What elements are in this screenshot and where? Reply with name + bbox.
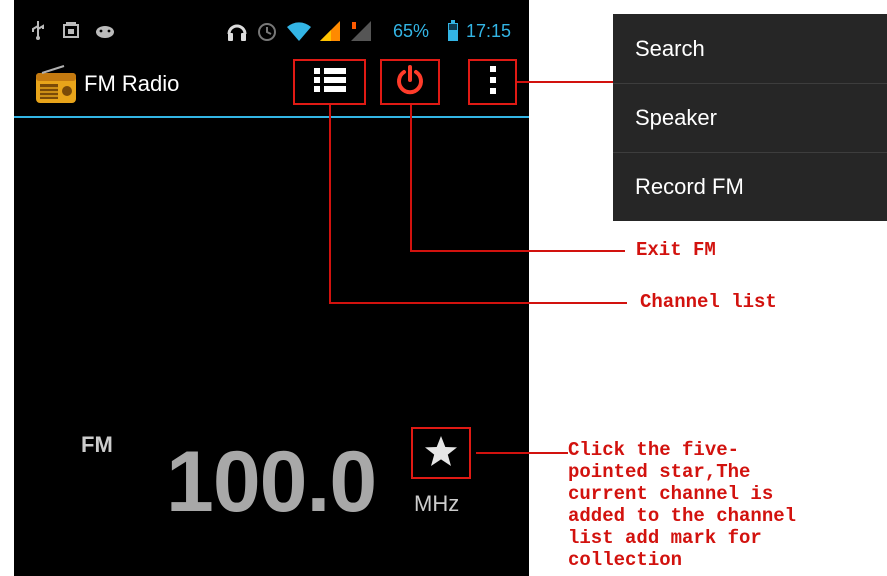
exit-leader-line — [410, 105, 625, 252]
channel-list-leader-line — [329, 105, 627, 304]
channel-list-annotation: Channel list — [640, 291, 777, 313]
exit-fm-annotation: Exit FM — [636, 239, 716, 261]
favorite-annotation: Click the five- pointed star,The current… — [568, 439, 797, 571]
